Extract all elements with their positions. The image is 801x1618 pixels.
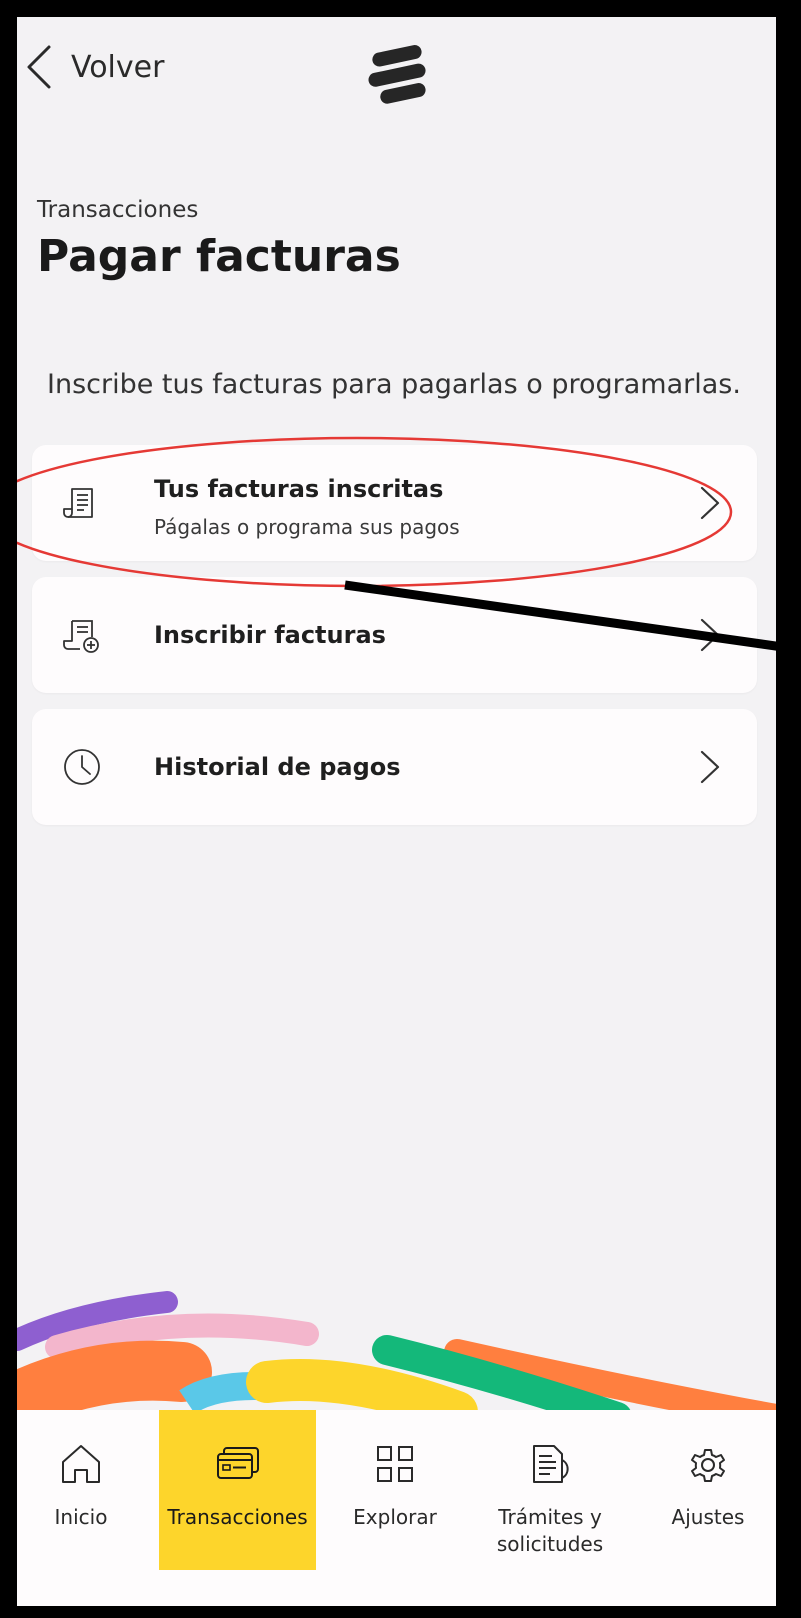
nav-label-line1: Trámites y [498,1505,602,1529]
nav-label: Explorar [353,1505,437,1529]
nav-label-line2: solicitudes [496,1532,604,1556]
nav-label: Transacciones [167,1505,308,1529]
chevron-right-icon [700,486,720,520]
back-button[interactable]: Volver [25,39,164,95]
nav-item-inicio[interactable]: Inicio [17,1410,145,1570]
document-icon [533,1445,569,1483]
nav-label: Ajustes [671,1505,745,1529]
nav-label: Trámites y solicitudes [473,1504,627,1558]
grid-icon [377,1446,413,1482]
nav-label: Inicio [54,1505,108,1529]
receipt-add-icon [63,620,99,653]
clock-icon [64,749,100,785]
option-title: Tus facturas inscritas [154,475,444,503]
chevron-right-icon [700,618,720,652]
chevron-left-icon [27,45,51,89]
option-payment-history[interactable]: Historial de pagos [32,709,757,825]
option-title: Inscribir facturas [154,621,386,649]
nav-item-transacciones[interactable]: Transacciones [159,1410,316,1570]
section-eyebrow: Transacciones [37,197,199,223]
bottom-navigation: Inicio Transacciones Explorar Trámites y… [17,1410,776,1606]
gear-icon [691,1449,725,1482]
option-subtitle: Págalas o programa sus pagos [154,515,460,539]
nav-item-ajustes[interactable]: Ajustes [643,1410,773,1570]
option-register-bills[interactable]: Inscribir facturas [32,577,757,693]
bank-logo [368,45,426,104]
decorative-ribbons [17,1291,776,1412]
nav-item-explorar[interactable]: Explorar [330,1410,460,1570]
receipt-icon [63,488,93,518]
intro-text: Inscribe tus facturas para pagarlas o pr… [47,369,741,400]
app-screen: Volver Transacciones Pagar facturas Insc… [17,17,776,1606]
back-label: Volver [71,49,165,85]
nav-item-tramites[interactable]: Trámites y solicitudes [473,1410,627,1570]
screen-frame: Volver Transacciones Pagar facturas Insc… [0,0,801,1618]
chevron-right-icon [700,750,720,784]
option-title: Historial de pagos [154,753,401,781]
cards-icon [216,1447,259,1479]
page-title: Pagar facturas [37,231,401,282]
top-bar: Volver [17,17,776,137]
option-registered-bills[interactable]: Tus facturas inscritas Págalas o program… [32,445,757,561]
home-icon [62,1445,100,1483]
